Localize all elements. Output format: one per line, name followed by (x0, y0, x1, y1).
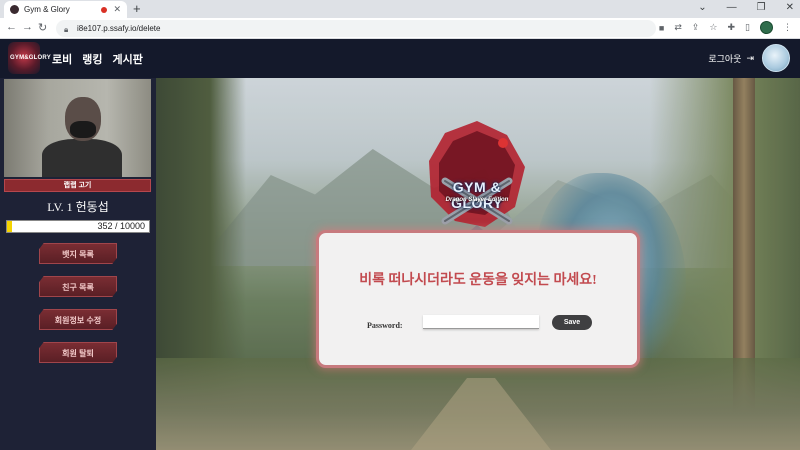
site-header: GYM&GLORY 로비 랭킹 게시판 로그아웃 ⇥ (0, 39, 800, 78)
back-icon[interactable]: ← (6, 21, 17, 33)
share-icon[interactable]: ⇪ (692, 22, 700, 33)
tab-title: Gym & Glory (24, 5, 70, 14)
camera-icon[interactable]: ■ (659, 23, 664, 33)
save-button[interactable]: Save (552, 315, 592, 330)
browser-toolbar: ■ ⇄ ⇪ ☆ ✚ ▯ ⋮ (659, 21, 792, 34)
browser-tab[interactable]: Gym & Glory ✕ (4, 1, 127, 18)
main-nav: 로비 랭킹 게시판 (52, 51, 143, 67)
delete-account-modal: 비록 떠나시더라도 운동을 잊지는 마세요! Password: Save (316, 230, 640, 368)
webcam-feed (4, 79, 151, 177)
nav-board[interactable]: 게시판 (113, 51, 143, 67)
url-text: i8e107.p.ssafy.io/delete (77, 24, 161, 33)
game-emblem: GYM & GLORY Dragon Slayer Edition (415, 117, 539, 245)
close-window-icon[interactable]: ✕ (786, 2, 794, 13)
exp-progress-fill (7, 221, 12, 232)
reload-icon[interactable]: ↻ (38, 21, 47, 34)
chevron-down-icon[interactable]: ⌄ (698, 2, 706, 13)
logout-button[interactable]: 로그아웃 ⇥ (708, 52, 754, 65)
close-tab-icon[interactable]: ✕ (113, 4, 121, 15)
nav-ranking[interactable]: 랭킹 (82, 51, 102, 67)
friend-list-button[interactable]: 친구 목록 (39, 276, 117, 297)
delete-account-button[interactable]: 회원 탈퇴 (39, 342, 117, 363)
lock-icon: 🔒︎ (64, 24, 69, 34)
favicon-icon (10, 5, 19, 14)
browser-tabstrip: Gym & Glory ✕ + ⌄ — ❐ ✕ (0, 0, 800, 18)
sidebar: 랩랩 고기 LV. 1 헌동섭 352 / 10000 뱃지 목록 친구 목록 … (0, 78, 156, 450)
menu-kebab-icon[interactable]: ⋮ (783, 22, 792, 33)
user-level: LV. 1 헌동섭 (47, 200, 109, 214)
minimize-icon[interactable]: — (727, 2, 737, 13)
emblem-subtitle: Dragon Slayer Edition (445, 197, 509, 203)
logout-icon: ⇥ (746, 53, 754, 63)
password-input[interactable] (423, 315, 539, 329)
exp-progress-text: 352 / 10000 (97, 221, 145, 231)
window-controls: ⌄ — ❐ ✕ (698, 2, 794, 13)
site-logo[interactable]: GYM&GLORY (8, 42, 51, 74)
logout-label: 로그아웃 (708, 54, 742, 64)
recording-icon (101, 6, 108, 13)
password-label: Password: (367, 321, 403, 330)
farewell-message: 비록 떠나시더라도 운동을 잊지는 마세요! (359, 273, 597, 288)
sidepanel-icon[interactable]: ▯ (745, 22, 750, 33)
site-logo-text: GYM&GLORY (10, 55, 51, 61)
restore-icon[interactable]: ❐ (757, 2, 766, 13)
nav-lobby[interactable]: 로비 (52, 51, 72, 67)
address-bar: ← → ↻ 🔒︎ i8e107.p.ssafy.io/delete ■ ⇄ ⇪ … (0, 18, 800, 39)
exp-progress-bar: 352 / 10000 (6, 220, 150, 233)
extensions-icon[interactable]: ✚ (728, 22, 736, 33)
new-tab-button[interactable]: + (133, 1, 141, 16)
url-field[interactable]: 🔒︎ i8e107.p.ssafy.io/delete (56, 20, 656, 37)
user-nickname: 랩랩 고기 (4, 179, 151, 192)
profile-avatar[interactable] (760, 21, 773, 34)
translate-icon[interactable]: ⇄ (674, 22, 682, 33)
badge-list-button[interactable]: 뱃지 목록 (39, 243, 117, 264)
user-avatar[interactable] (762, 44, 790, 72)
bookmark-star-icon[interactable]: ☆ (709, 22, 717, 33)
edit-profile-button[interactable]: 회원정보 수정 (39, 309, 117, 330)
forward-icon[interactable]: → (22, 21, 33, 33)
emblem-title: GYM & GLORY (451, 179, 503, 211)
